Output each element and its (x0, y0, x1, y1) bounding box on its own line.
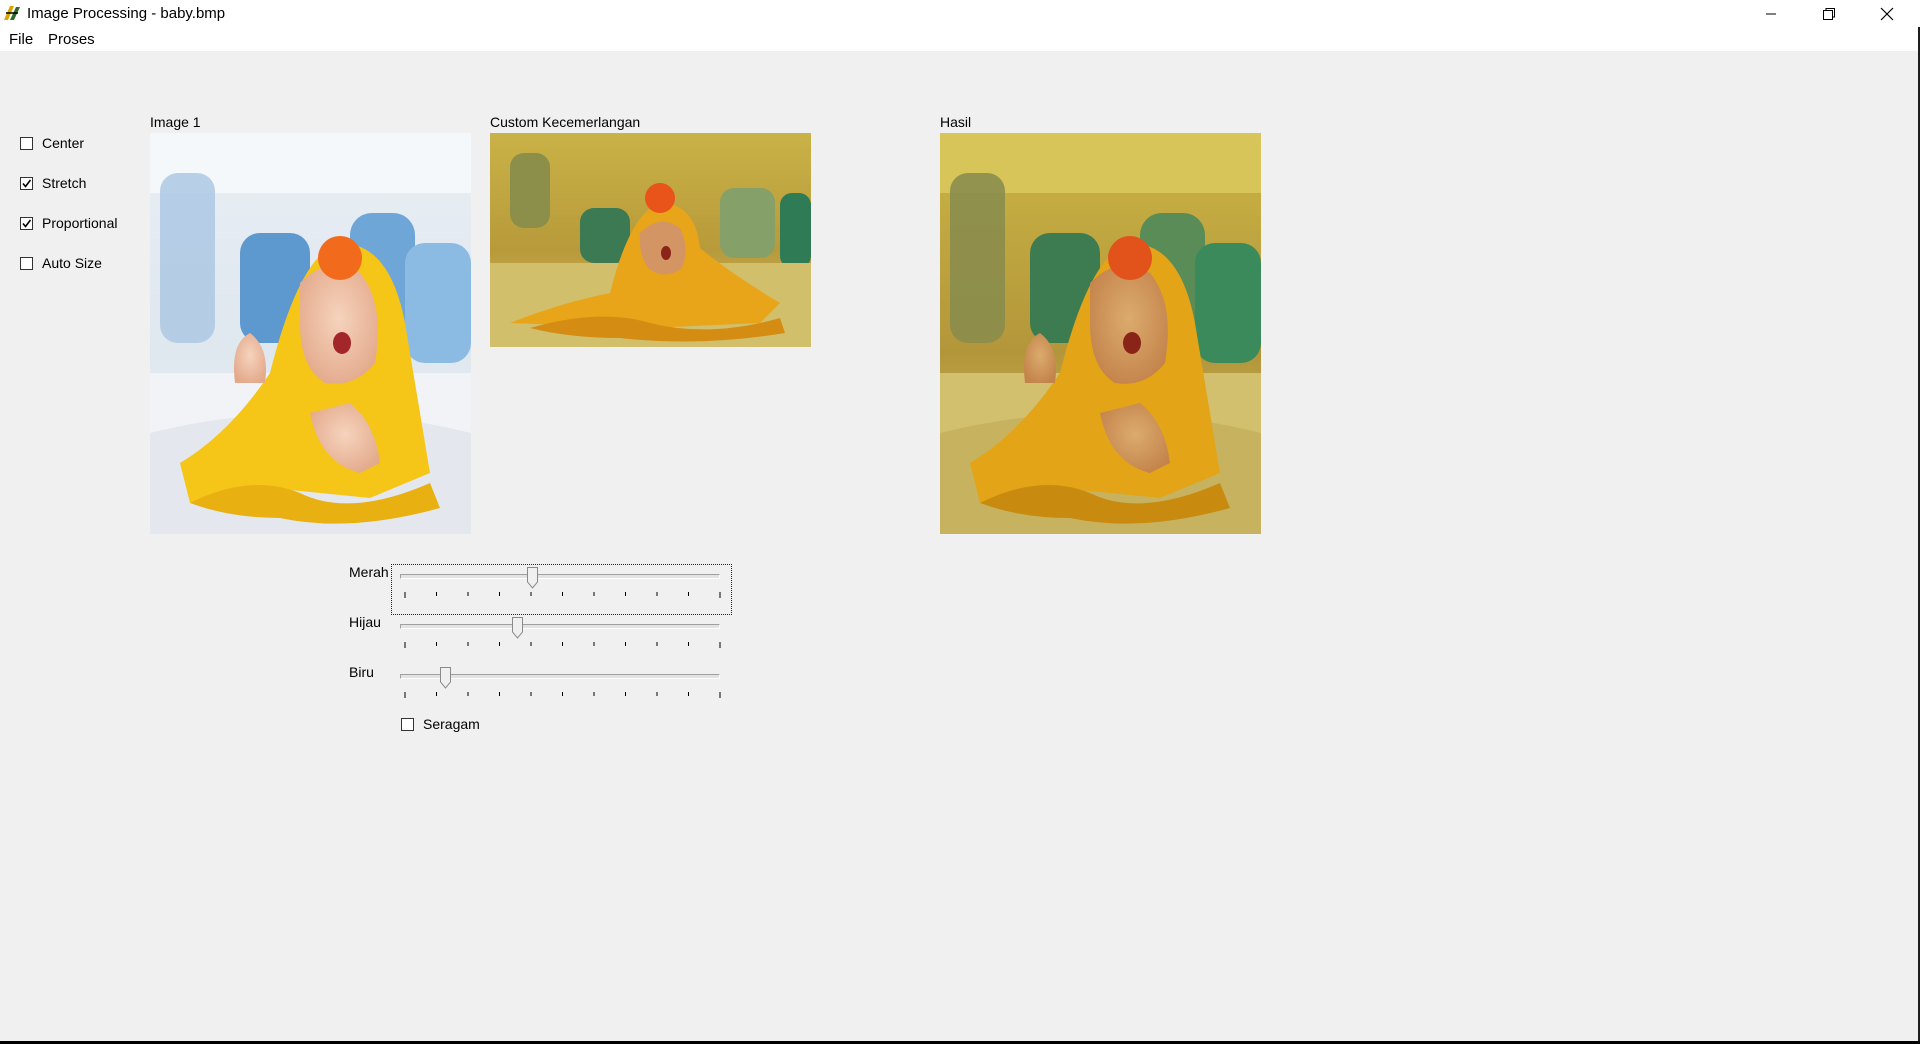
checkbox-box (20, 256, 33, 270)
restore-button[interactable] (1800, 0, 1858, 27)
menu-file[interactable]: File (9, 31, 33, 48)
slider-ticks (404, 692, 721, 698)
slider-hijau[interactable] (392, 617, 725, 661)
slider-ticks (404, 642, 721, 648)
checkbox-box (401, 717, 414, 731)
slider-thumb[interactable] (512, 617, 523, 639)
seragam-checkbox[interactable]: Seragam (401, 716, 480, 732)
auto-size-label: Auto Size (42, 255, 102, 271)
slider-groove (400, 624, 720, 629)
checkbox-box (20, 176, 33, 190)
slider-biru-label: Biru (349, 664, 374, 680)
close-button[interactable] (1858, 0, 1916, 27)
stretch-label: Stretch (42, 175, 87, 191)
checkbox-box (20, 216, 33, 230)
slider-biru[interactable] (392, 667, 725, 711)
image1-caption: Image 1 (150, 114, 201, 130)
menu-proses[interactable]: Proses (48, 31, 95, 48)
restore-icon (1823, 7, 1835, 20)
window-title: Image Processing - baby.bmp (27, 5, 226, 22)
app-icon (4, 6, 20, 20)
center-checkbox[interactable]: Center (20, 135, 84, 151)
slider-hijau-label: Hijau (349, 614, 381, 630)
slider-thumb[interactable] (440, 667, 451, 689)
slider-thumb[interactable] (527, 567, 538, 589)
slider-merah-label: Merah (349, 564, 389, 580)
stretch-checkbox[interactable]: Stretch (20, 175, 86, 191)
checkbox-box (20, 136, 33, 150)
seragam-label: Seragam (423, 716, 480, 732)
slider-merah[interactable] (392, 567, 725, 611)
result-caption: Hasil (940, 114, 972, 130)
proportional-checkbox[interactable]: Proportional (20, 215, 118, 231)
minimize-icon (1766, 13, 1776, 14)
title-bar: Image Processing - baby.bmp (0, 0, 1920, 27)
close-icon (1880, 7, 1894, 20)
checkmark-icon (22, 179, 32, 188)
custom-brightness-picture (490, 133, 811, 347)
center-label: Center (42, 135, 85, 151)
auto-size-checkbox[interactable]: Auto Size (20, 255, 102, 271)
result-picture (940, 133, 1261, 534)
slider-groove (400, 574, 720, 579)
custom-caption: Custom Kecemerlangan (490, 114, 641, 130)
image1-picture (150, 133, 471, 534)
app-window: Image Processing - baby.bmp File Proses … (0, 0, 1920, 1041)
menu-bar: File Proses (0, 27, 1920, 51)
proportional-label: Proportional (42, 215, 118, 231)
checkmark-icon (22, 219, 32, 228)
slider-ticks (404, 592, 721, 598)
minimize-button[interactable] (1742, 0, 1800, 27)
